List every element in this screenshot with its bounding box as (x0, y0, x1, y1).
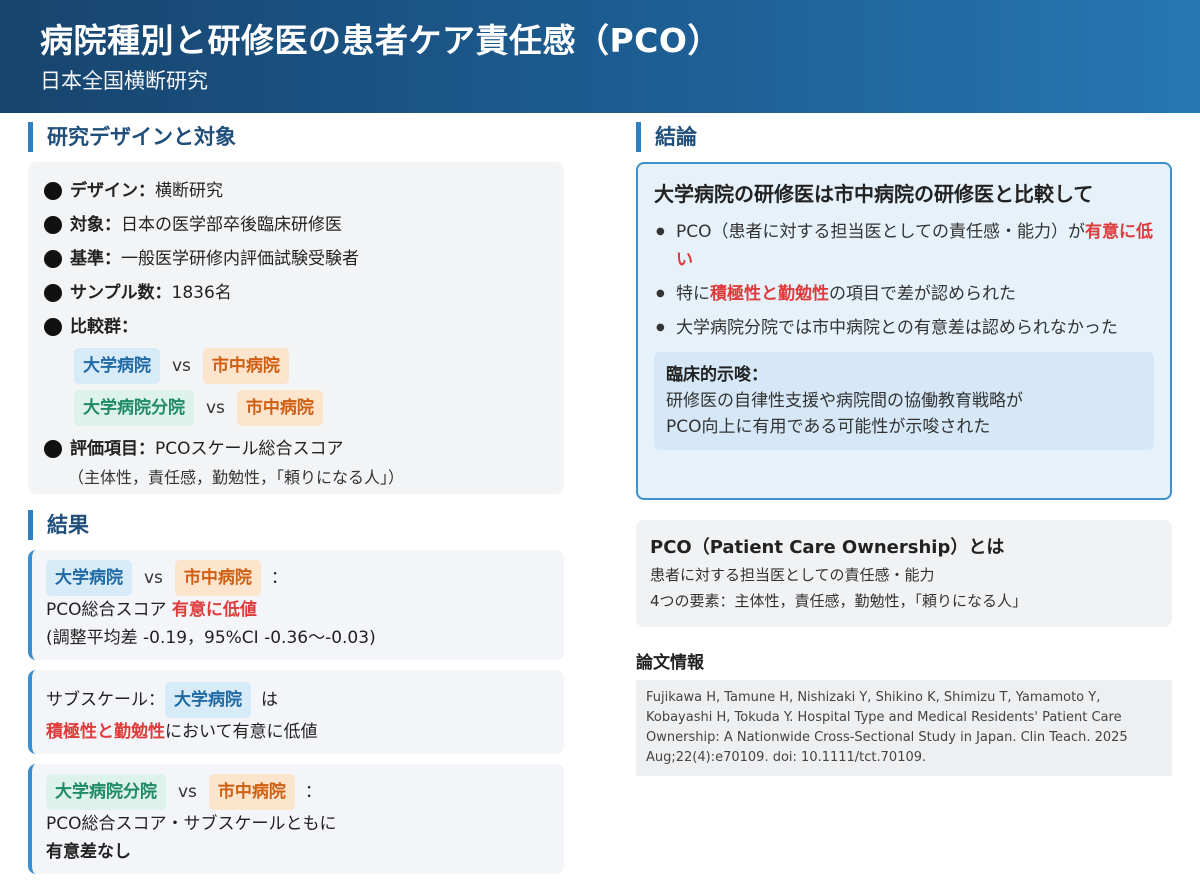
subject-row: 対象： 日本の医学部卒後臨床研修医 (44, 208, 548, 242)
conclusion-card: 大学病院の研修医は市中病院の研修医と比較して PCO（患者に対する担当医としての… (636, 162, 1172, 500)
tag-community-hospital: 市中病院 (174, 560, 261, 596)
vs-label: vs (178, 782, 197, 802)
bullet2-prefix: 特に (676, 284, 710, 304)
subscale-label: サブスケール： (46, 690, 165, 710)
result-card-1: 大学病院 vs 市中病院 ： PCO総合スコア 有意に低値 (調整平均差 -0.… (28, 550, 564, 660)
groups-row: 比較群： (44, 310, 548, 344)
bullet-dot-icon (44, 250, 62, 268)
bullet-dot-icon (44, 182, 62, 200)
conclusion-section-title: 結論 (636, 122, 697, 152)
conclusion-item: 特に積極性と勤勉性の項目で差が認められた (654, 280, 1154, 308)
eval-row: 評価項目： PCOスケール総合スコア (44, 432, 548, 466)
bullet2-suffix: の項目で差が認められた (829, 284, 1016, 304)
pco-definition-card: PCO（Patient Care Ownership）とは 患者に対する担当医と… (636, 520, 1172, 627)
tag-university-hospital: 大学病院 (165, 682, 251, 718)
conclusion-item: 大学病院分院では市中病院との有意差は認められなかった (654, 314, 1154, 342)
result-card-1-stats: (調整平均差 -0.19，95%CI -0.36〜-0.03) (46, 628, 376, 648)
groups-label: 比較群： (70, 317, 138, 337)
criteria-value: 一般医学研修内評価試験受験者 (121, 249, 359, 269)
subscale-suffix: は (261, 690, 278, 710)
tag-university-hospital: 大学病院 (46, 560, 132, 596)
implication-line1: 研修医の自律性支援や病院間の協働教育戦略が (666, 391, 1023, 411)
result-card-3: 大学病院分院 vs 市中病院 ： PCO総合スコア・サブスケールともに 有意差な… (28, 764, 564, 874)
implication-box: 臨床的示唆： 研修医の自律性支援や病院間の協働教育戦略が PCO向上に有用である… (654, 352, 1154, 450)
design-card: デザイン： 横断研究 対象： 日本の医学部卒後臨床研修医 基準： 一般医学研修内… (28, 162, 564, 494)
conclusion-heading: 大学病院の研修医は市中病院の研修医と比較して (654, 182, 1094, 206)
conclusion-list: PCO（患者に対する担当医としての責任感・能力）が有意に低い 特に積極性と勤勉性… (654, 218, 1154, 342)
implication-title: 臨床的示唆： (666, 365, 768, 385)
vs-label: vs (206, 398, 225, 418)
tag-university-branch: 大学病院分院 (46, 774, 166, 810)
result-card-3-line3: 有意差なし (46, 842, 131, 862)
colon-label: ： (304, 782, 322, 802)
comparison-row-1: 大学病院 vs 市中病院 (74, 348, 548, 384)
sample-label: サンプル数： (70, 283, 172, 303)
significant-low-text: 有意に低値 (171, 600, 257, 620)
pco-line1: 患者に対する担当医としての責任感・能力 (650, 566, 935, 584)
bullet-dot-icon (44, 216, 62, 234)
conclusion-item: PCO（患者に対する担当医としての責任感・能力）が有意に低い (654, 218, 1154, 274)
design-value: 横断研究 (155, 181, 223, 201)
bullet1-text: PCO（患者に対する担当医としての責任感・能力）が (676, 222, 1085, 242)
tag-university-branch: 大学病院分院 (74, 390, 194, 426)
tag-community-hospital: 市中病院 (236, 390, 323, 426)
pco-line2: 4つの要素：主体性，責任感，勤勉性，「頼りになる人」 (650, 592, 1028, 610)
page-title: 病院種別と研修医の患者ケア責任感（PCO） (40, 21, 721, 60)
bullet-dot-icon (44, 318, 62, 336)
page-header: 病院種別と研修医の患者ケア責任感（PCO） 日本全国横断研究 (0, 0, 1200, 113)
vs-label: vs (144, 568, 163, 588)
initiative-diligence-text: 積極性と勤勉性 (46, 722, 165, 742)
result-card-1-line2: PCO総合スコア 有意に低値 (46, 596, 550, 624)
implication-line2: PCO向上に有用である可能性が示唆された (666, 417, 991, 437)
tag-university-hospital: 大学病院 (74, 348, 160, 384)
bullet-dot-icon (44, 440, 62, 458)
eval-label: 評価項目： (70, 439, 155, 459)
design-section-title: 研究デザインと対象 (28, 122, 236, 152)
result-card-2-line2: 積極性と勤勉性において有意に低値 (46, 718, 550, 746)
bullet2-red: 積極性と勤勉性 (710, 284, 829, 304)
subject-value: 日本の医学部卒後臨床研修医 (121, 215, 342, 235)
sample-value: 1836名 (171, 283, 232, 303)
subject-label: 対象： (70, 215, 121, 235)
colon-label: ： (270, 568, 288, 588)
reference-title: 論文情報 (636, 653, 704, 673)
tag-community-hospital: 市中病院 (202, 348, 289, 384)
eval-note: （主体性，責任感，勤勉性，「頼りになる人」） (68, 468, 405, 487)
comparison-row-2: 大学病院分院 vs 市中病院 (74, 390, 548, 426)
result-card-1-header: 大学病院 vs 市中病院 ： (46, 560, 550, 596)
result-card-2-line1: サブスケール： 大学病院 は (46, 682, 550, 718)
result-card-3-header: 大学病院分院 vs 市中病院 ： (46, 774, 550, 810)
tag-community-hospital: 市中病院 (208, 774, 295, 810)
pco-total-label: PCO総合スコア (46, 600, 167, 620)
sample-row: サンプル数： 1836名 (44, 276, 548, 310)
result-card-2: サブスケール： 大学病院 は 積極性と勤勉性において有意に低値 (28, 670, 564, 754)
results-section-title: 結果 (28, 510, 89, 540)
subscale-rest: において有意に低値 (165, 722, 318, 742)
bullet-dot-icon (44, 284, 62, 302)
result-card-3-line2: PCO総合スコア・サブスケールともに (46, 814, 337, 834)
pco-title: PCO（Patient Care Ownership）とは (650, 537, 1005, 558)
design-label: デザイン： (70, 181, 155, 201)
criteria-label: 基準： (70, 249, 121, 269)
reference-citation: Fujikawa H, Tamune H, Nishizaki Y, Shiki… (636, 680, 1172, 776)
bullet3-text: 大学病院分院では市中病院との有意差は認められなかった (676, 318, 1118, 338)
page-subtitle: 日本全国横断研究 (40, 69, 208, 93)
vs-label: vs (172, 356, 191, 376)
design-row: デザイン： 横断研究 (44, 174, 548, 208)
eval-value: PCOスケール総合スコア (155, 439, 344, 459)
criteria-row: 基準： 一般医学研修内評価試験受験者 (44, 242, 548, 276)
